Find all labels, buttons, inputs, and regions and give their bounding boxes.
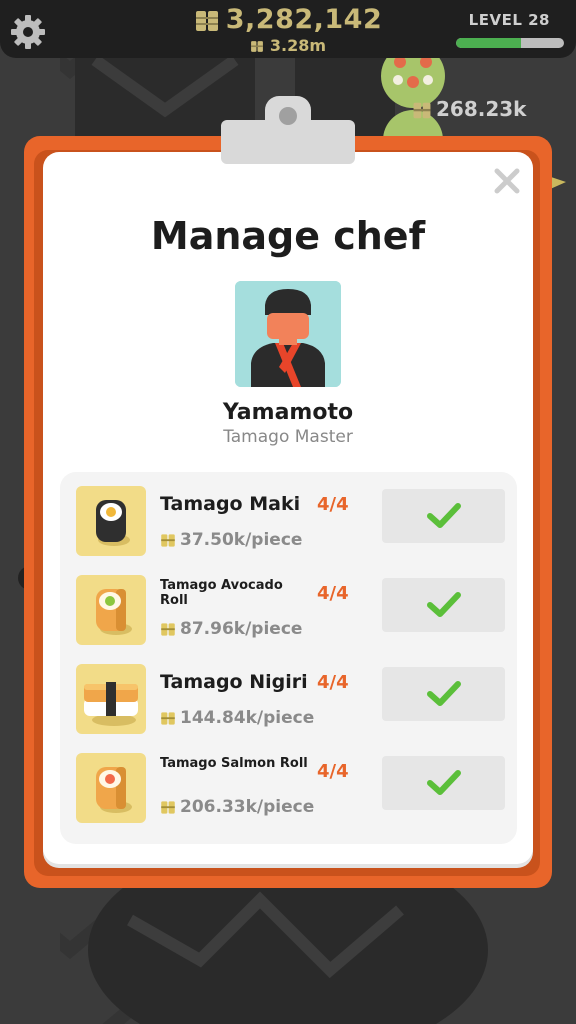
recipe-toggle-button[interactable]	[382, 578, 505, 632]
coin-rate-value: 3.28m	[269, 36, 327, 55]
recipe-count: 4/4	[317, 583, 349, 604]
conveyor-rate-value: 268.23k	[436, 97, 527, 121]
recipe-row: Tamago Nigiri 144.84k/piece 4/4	[60, 664, 517, 736]
chef-name: Yamamoto	[222, 400, 354, 425]
chef-avatar	[235, 281, 341, 387]
recipe-price: 87.96k/piece	[160, 619, 302, 639]
recipe-count: 4/4	[317, 494, 349, 515]
dialog-title: Manage chef	[150, 214, 426, 258]
recipe-row: Tamago Avocado Roll 87.96k/piece 4/4	[60, 575, 517, 647]
recipe-price-value: 206.33k/piece	[180, 797, 315, 817]
recipe-toggle-button[interactable]	[382, 756, 505, 810]
tamago-salmon-roll-icon	[76, 753, 146, 823]
coin-total-value: 3,282,142	[225, 4, 383, 35]
recipe-count: 4/4	[317, 672, 349, 693]
conveyor-rate: 268.23k	[412, 97, 526, 121]
coin-stack-icon	[161, 533, 175, 547]
xp-progress-fill	[456, 38, 521, 48]
tamago-nigiri-icon	[76, 664, 146, 734]
coin-stack-icon	[250, 41, 263, 52]
recipe-list: Tamago Maki 37.50k/piece 4/4 Tamago Avoc…	[60, 472, 517, 844]
recipe-price-value: 37.50k/piece	[180, 530, 303, 550]
coin-stack-icon	[161, 622, 175, 636]
recipe-price: 206.33k/piece	[160, 797, 314, 817]
recipe-row: Tamago Maki 37.50k/piece 4/4	[60, 486, 517, 558]
recipe-row: Tamago Salmon Roll 206.33k/piece 4/4	[60, 753, 517, 825]
checkmark-icon	[427, 592, 461, 617]
checkmark-icon	[427, 681, 461, 706]
clipboard-clip-icon	[221, 96, 355, 164]
recipe-price-value: 144.84k/piece	[180, 708, 315, 728]
coin-stack-icon	[413, 102, 431, 119]
coin-stack-icon	[195, 10, 218, 31]
xp-progress-bar	[456, 38, 564, 48]
chef-portrait-icon	[235, 281, 341, 387]
recipe-name: Tamago Nigiri	[160, 671, 308, 693]
recipe-toggle-button[interactable]	[382, 489, 505, 543]
chef-role: Tamago Master	[223, 427, 353, 447]
recipe-name: Tamago Avocado Roll	[160, 578, 283, 608]
tamago-maki-icon	[76, 486, 146, 556]
coin-stack-icon	[161, 711, 175, 725]
recipe-name: Tamago Salmon Roll	[160, 756, 308, 771]
tamago-avocado-roll-icon	[76, 575, 146, 645]
checkmark-icon	[427, 503, 461, 528]
level-label: LEVEL 28	[468, 11, 550, 29]
recipe-price: 144.84k/piece	[160, 708, 314, 728]
checkmark-icon	[427, 770, 461, 795]
recipe-name: Tamago Maki	[160, 493, 301, 515]
coin-stack-icon	[161, 800, 175, 814]
recipe-price-value: 87.96k/piece	[180, 619, 303, 639]
close-icon[interactable]	[492, 166, 522, 196]
recipe-price: 37.50k/piece	[160, 530, 302, 550]
recipe-count: 4/4	[317, 761, 349, 782]
recipe-toggle-button[interactable]	[382, 667, 505, 721]
